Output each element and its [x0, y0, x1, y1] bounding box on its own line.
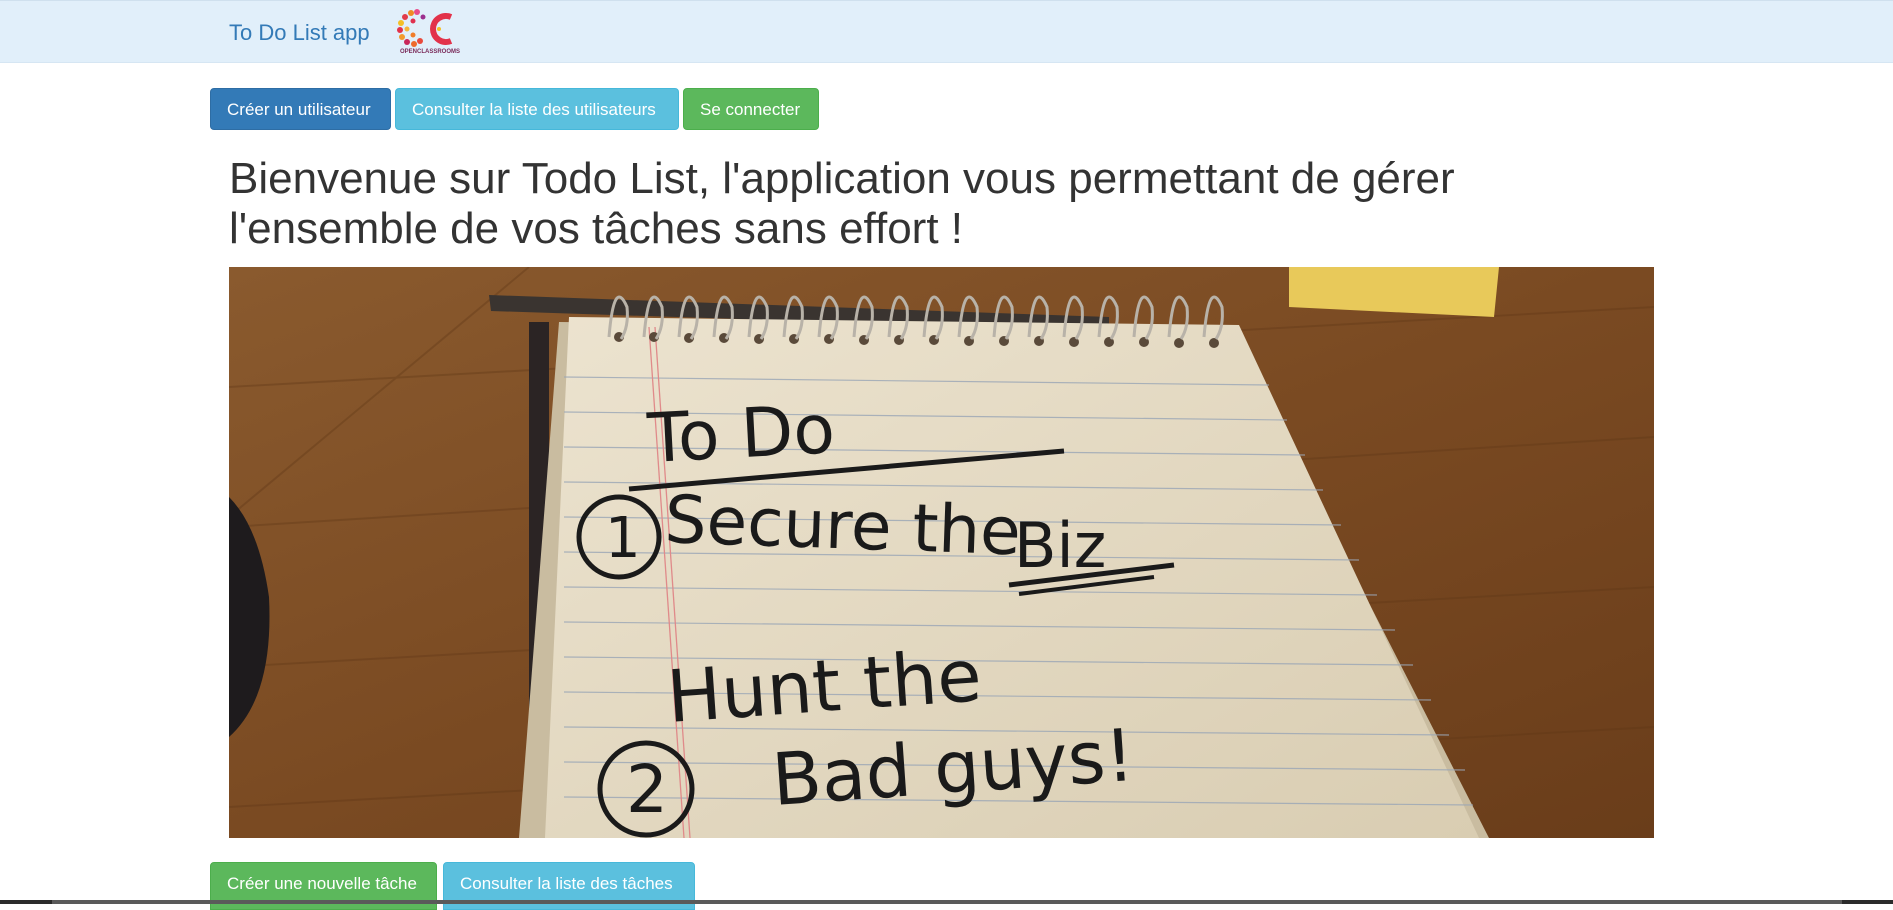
- note-item1-line2: Biz: [1014, 509, 1106, 582]
- logo-dots: [397, 9, 453, 47]
- navbar: To Do List app OPENCLASSROOMS: [0, 0, 1893, 63]
- note-title: To Do: [645, 390, 837, 479]
- page-title: Bienvenue sur Todo List, l'application v…: [229, 154, 1455, 253]
- svg-text:1: 1: [605, 506, 641, 571]
- scrollbar-track[interactable]: [52, 900, 1842, 904]
- create-user-button[interactable]: Créer un utilisateur: [210, 88, 391, 130]
- brand-link[interactable]: To Do List app: [229, 20, 370, 46]
- login-button[interactable]: Se connecter: [683, 88, 819, 130]
- openclassrooms-logo[interactable]: OPENCLASSROOMS: [393, 5, 467, 55]
- note-item1-line1: Secure the: [663, 481, 1022, 570]
- logo-caption: OPENCLASSROOMS: [400, 49, 460, 55]
- list-users-button[interactable]: Consulter la liste des utilisateurs: [395, 88, 679, 130]
- svg-text:2: 2: [626, 751, 668, 828]
- horizontal-scrollbar[interactable]: [0, 900, 1893, 904]
- todo-notepad-image: To Do 1 Secure the Biz Hunt the 2 Bad gu…: [229, 267, 1654, 838]
